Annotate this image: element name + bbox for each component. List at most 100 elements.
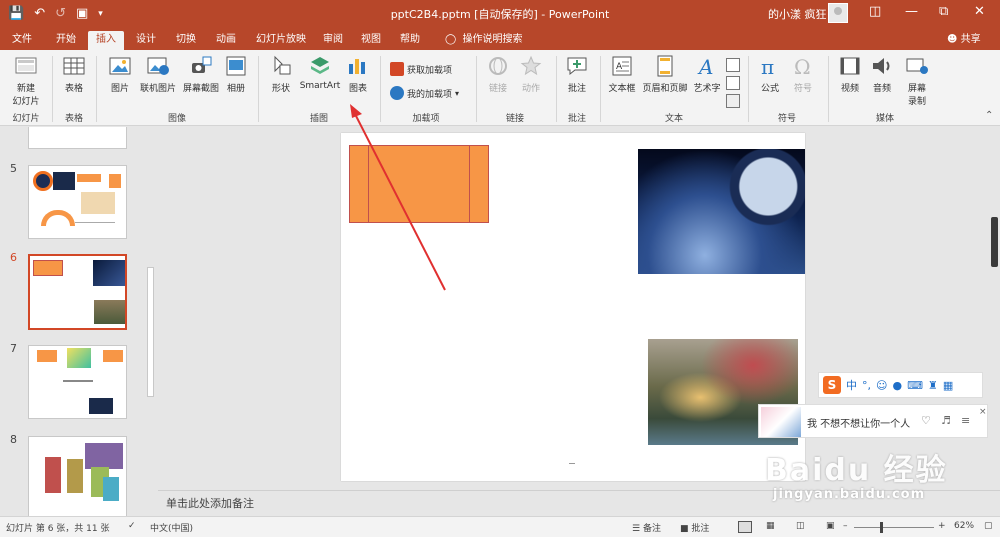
ime-toolbar: S 中 °, ☺ ● ⌨ ♜ ▦ — [818, 372, 983, 398]
wordart-button[interactable]: A 艺术字 — [690, 54, 724, 94]
object-icon[interactable] — [726, 94, 740, 108]
new-slide-icon — [15, 57, 37, 74]
table-label: 表格 — [64, 84, 83, 94]
tab-file[interactable]: 文件 — [4, 31, 40, 50]
album-button[interactable]: 相册 — [222, 54, 250, 94]
slide-number-icon[interactable] — [726, 76, 740, 90]
keyboard-icon[interactable]: ⌨ — [907, 379, 923, 392]
restore-icon[interactable]: ⧉ — [939, 4, 948, 19]
comments-toggle-button[interactable]: ■ 批注 — [680, 521, 709, 534]
ime-logo[interactable]: S — [823, 376, 841, 394]
punctuation-icon[interactable]: °, — [862, 379, 871, 392]
microphone-icon[interactable]: ● — [892, 379, 902, 392]
share-button[interactable]: ☻ 共享 — [947, 31, 981, 48]
slide-number-5: 5 — [10, 162, 17, 175]
textbox-button[interactable]: A 文本框 — [606, 54, 638, 94]
share-label: 共享 — [960, 34, 981, 45]
group-divider — [96, 56, 97, 122]
grid-icon[interactable]: ▦ — [943, 379, 953, 392]
chart-button[interactable]: 图表 — [344, 54, 372, 94]
screen-record-button[interactable]: 屏幕 录制 — [900, 54, 934, 107]
tab-view[interactable]: 视图 — [356, 31, 386, 50]
spellcheck-icon[interactable]: ✓ — [128, 521, 136, 531]
album-cover[interactable] — [761, 407, 801, 437]
table-button[interactable]: 表格 — [58, 54, 90, 94]
slide-sorter-icon[interactable]: ▦ — [766, 521, 775, 531]
collapse-ribbon-icon[interactable]: ⌃ — [985, 110, 993, 121]
group-divider — [748, 56, 749, 122]
thumbnail-scrollbar[interactable] — [145, 127, 155, 516]
thumb-curved-arrow — [41, 210, 75, 226]
link-icon — [489, 57, 507, 75]
smartart-button[interactable]: SmartArt — [298, 54, 342, 91]
get-addins-label: 获取加载项 — [407, 65, 453, 76]
heart-icon[interactable]: ♡ — [921, 414, 931, 427]
video-button[interactable]: 视频 — [836, 54, 864, 94]
vertical-scrollbar[interactable] — [988, 127, 1000, 490]
zoom-level[interactable]: 62% — [954, 521, 974, 531]
person-icon: ☻ — [947, 34, 958, 45]
volume-icon[interactable]: ♬ — [941, 414, 951, 427]
header-footer-button[interactable]: 页眉和页脚 — [640, 54, 690, 94]
comment-button[interactable]: 批注 — [563, 54, 591, 94]
minimize-icon[interactable]: — — [905, 4, 918, 19]
my-addins-button[interactable]: 我的加载项 ▾ — [390, 86, 459, 100]
ime-mode[interactable]: 中 — [846, 377, 857, 393]
ribbon-display-icon[interactable]: ◫ — [869, 4, 881, 19]
picture-button[interactable]: 图片 — [104, 54, 136, 94]
online-picture-button[interactable]: 联机图片 — [138, 54, 178, 94]
new-slide-button[interactable]: 新建 幻灯片 — [6, 54, 46, 107]
tab-insert[interactable]: 插入 — [88, 31, 124, 50]
action-button[interactable]: 动作 — [516, 54, 546, 94]
slide-thumbnail-8[interactable] — [28, 436, 127, 516]
slide-thumbnail-4[interactable] — [28, 127, 127, 149]
slide-canvas[interactable] — [341, 133, 805, 481]
zoom-in-icon[interactable]: + — [938, 521, 946, 531]
slide-thumbnail-5[interactable] — [28, 165, 127, 239]
tab-animations[interactable]: 动画 — [208, 31, 244, 50]
thumb-olive-rect — [67, 459, 83, 493]
thumb-no-sign — [33, 171, 53, 191]
date-time-icon[interactable] — [726, 58, 740, 72]
tab-design[interactable]: 设计 — [128, 31, 164, 50]
close-icon[interactable]: ✕ — [974, 4, 985, 19]
slideshow-icon[interactable]: ▣ — [826, 521, 835, 531]
tab-home[interactable]: 开始 — [46, 31, 86, 50]
symbol-button[interactable]: Ω 符号 — [788, 54, 818, 94]
equation-button[interactable]: π 公式 — [756, 54, 784, 94]
zoom-out-icon[interactable]: – — [843, 521, 848, 531]
close-icon[interactable]: × — [979, 407, 987, 417]
tab-slideshow[interactable]: 幻灯片放映 — [250, 31, 312, 50]
audio-button[interactable]: 音频 — [868, 54, 896, 94]
slide-thumbnail-7[interactable] — [28, 345, 127, 419]
user-name[interactable]: 的小漾 疯狂 — [768, 6, 827, 22]
emoji-icon[interactable]: ☺ — [876, 379, 887, 392]
get-addins-button[interactable]: 获取加载项 — [390, 62, 452, 76]
fit-slide-icon[interactable]: ▢ — [984, 521, 993, 531]
tell-me-search[interactable]: ◯ 操作说明搜索 — [445, 31, 523, 48]
orange-rectangle-shape[interactable] — [349, 145, 489, 223]
slide-thumbnail-pane: 5 6 7 8 — [0, 127, 158, 516]
zoom-slider-thumb[interactable] — [880, 522, 883, 533]
tab-help[interactable]: 帮助 — [395, 31, 425, 50]
playlist-icon[interactable]: ≡ — [961, 414, 970, 427]
tab-transitions[interactable]: 切换 — [168, 31, 204, 50]
window-title: pptC2B4.pptm [自动保存的] - PowerPoint — [390, 8, 610, 21]
slide-thumbnail-6[interactable] — [28, 254, 127, 330]
audio-label: 音频 — [872, 84, 891, 94]
reading-view-icon[interactable]: ◫ — [796, 521, 805, 531]
group-divider — [828, 56, 829, 122]
zoom-slider[interactable] — [854, 527, 934, 528]
screenshot-button[interactable]: 屏幕截图 — [180, 54, 222, 94]
avatar[interactable] — [828, 3, 848, 23]
vertical-scroll-thumb[interactable] — [991, 217, 998, 267]
skin-icon[interactable]: ♜ — [928, 379, 938, 392]
notes-toggle-button[interactable]: ☰ 备注 — [632, 521, 661, 534]
link-button[interactable]: 链接 — [484, 54, 512, 94]
shapes-button[interactable]: 形状 — [266, 54, 296, 94]
normal-view-icon[interactable] — [738, 521, 752, 533]
tab-review[interactable]: 审阅 — [318, 31, 348, 50]
space-planet-image[interactable] — [638, 149, 805, 274]
language-status[interactable]: 中文(中国) — [150, 521, 193, 534]
thumbnail-scroll-thumb[interactable] — [147, 267, 154, 397]
